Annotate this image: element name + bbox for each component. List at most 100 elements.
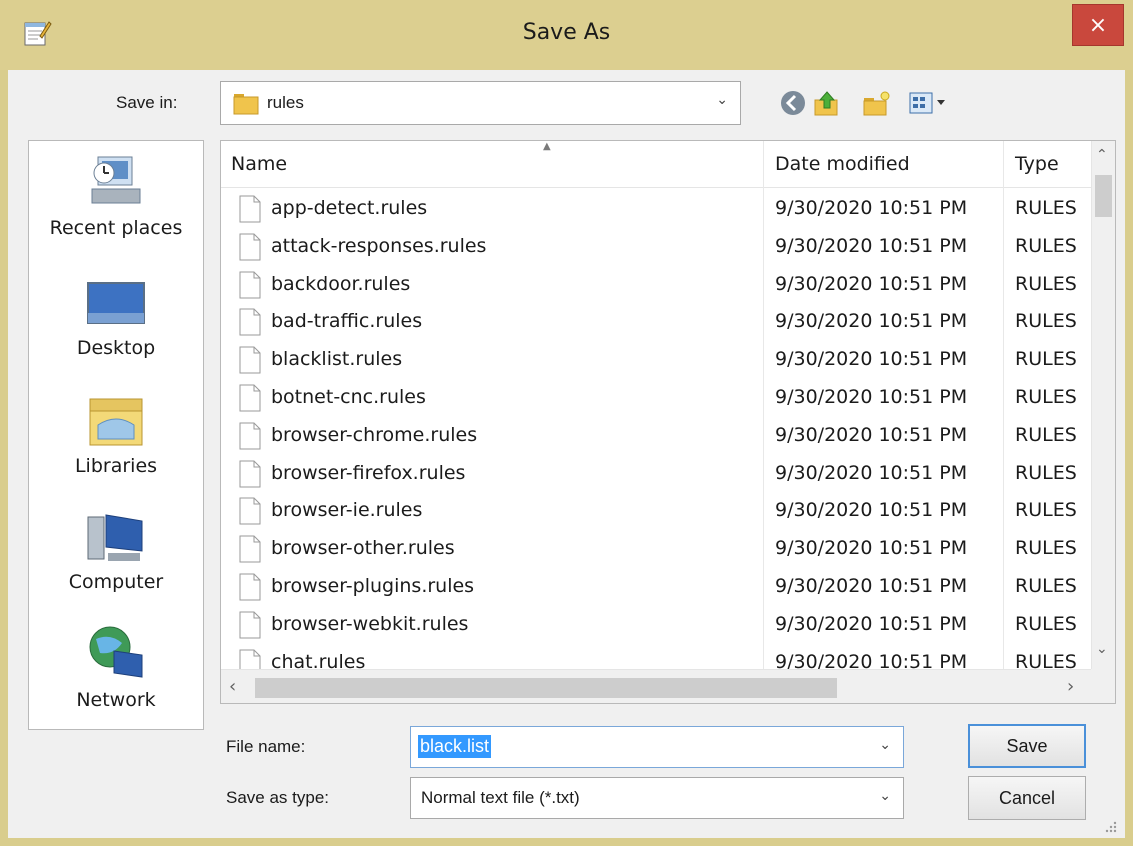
file-date: 9/30/2020 10:51 PM [775,272,968,295]
computer-icon [87,514,143,561]
scroll-corner [1091,669,1115,703]
file-row[interactable]: blacklist.rules 9/30/2020 10:51 PM RULES [221,342,1091,379]
column-header-name[interactable]: Name [231,141,761,187]
file-name: bad-traffic.rules [271,310,423,333]
save-as-type-label: Save as type: [226,788,330,807]
save-as-dialog: Save As × Save in: rules ⌄ Recent places… [0,0,1133,846]
file-type: RULES [1015,348,1077,371]
file-name: browser-chrome.rules [271,423,478,446]
column-header-date[interactable]: Date modified [775,141,1005,187]
scroll-left-icon[interactable]: ‹ [229,676,236,697]
chevron-down-icon: ⌄ [879,788,891,804]
file-row[interactable]: attack-responses.rules 9/30/2020 10:51 PM… [221,229,1091,266]
file-type: RULES [1015,310,1077,333]
file-row[interactable]: browser-firefox.rules 9/30/2020 10:51 PM R… [221,456,1091,493]
file-name: browser-ie.rules [271,499,423,522]
file-date: 9/30/2020 10:51 PM [775,386,968,408]
file-name: browser-other.rules [271,537,455,560]
file-type: RULES [1015,272,1077,295]
desktop-icon [87,282,145,324]
column-header-type[interactable]: Type [1015,141,1091,187]
file-icon [239,271,261,299]
back-icon[interactable] [778,88,808,118]
up-folder-icon[interactable] [812,88,842,118]
file-date: 9/30/2020 10:51 PM [775,575,968,597]
file-date: 9/30/2020 10:51 PM [775,197,968,219]
file-type: RULES [1015,197,1077,219]
file-name: browser-firefox.rules [271,461,466,484]
file-row[interactable]: botnet-cnc.rules 9/30/2020 10:51 PM RULES [221,380,1091,417]
file-date: 9/30/2020 10:51 PM [775,537,968,560]
file-date: 9/30/2020 10:51 PM [775,310,968,333]
file-name-label: File name: [226,737,306,756]
cancel-button[interactable]: Cancel [968,776,1086,820]
save-button[interactable]: Save [968,724,1086,768]
file-row[interactable]: browser-webkit.rules 9/30/2020 10:51 PM RU… [221,607,1091,644]
libraries-icon [89,398,143,446]
file-icon [239,573,261,601]
scroll-right-icon[interactable]: › [1067,676,1074,697]
save-as-type-dropdown[interactable]: Normal text file (*.txt) ⌄ [410,777,904,819]
file-name: botnet-cnc.rules [271,386,426,408]
place-recent-places[interactable]: Recent places [29,151,203,261]
folder-icon [233,94,259,115]
file-type: RULES [1015,499,1077,522]
file-row[interactable]: backdoor.rules 9/30/2020 10:51 PM RULES [221,267,1091,304]
save-as-type-value: Normal text file (*.txt) [421,788,580,807]
horizontal-scroll-thumb[interactable] [255,678,837,698]
file-list[interactable]: Name ▲ Date modified Type app-detect.rul… [220,140,1116,704]
file-icon [239,384,261,412]
place-libraries[interactable]: Libraries [29,393,203,503]
file-date: 9/30/2020 10:51 PM [775,348,968,371]
network-icon [89,626,143,678]
file-name-input[interactable]: black.list ⌄ [410,726,904,768]
file-icon [239,611,261,639]
close-icon: × [1088,12,1108,38]
file-icon [239,346,261,374]
file-icon [239,497,261,525]
file-row[interactable]: browser-chrome.rules 9/30/2020 10:51 PM RU… [221,418,1091,455]
chevron-down-icon[interactable]: ⌄ [879,737,891,753]
file-row[interactable]: browser-ie.rules 9/30/2020 10:51 PM RULES [221,493,1091,530]
file-row[interactable]: browser-plugins.rules 9/30/2020 10:51 PM R… [221,569,1091,606]
file-type: RULES [1015,461,1077,484]
file-type: RULES [1015,612,1077,635]
sort-ascending-icon: ▲ [543,141,551,152]
file-icon [239,195,261,223]
file-type: RULES [1015,234,1077,257]
place-label: Network [76,689,156,711]
file-type: RULES [1015,386,1077,408]
vertical-scroll-thumb[interactable] [1095,175,1112,217]
file-name: browser-webkit.rules [271,612,469,635]
place-label: Libraries [74,455,158,477]
file-type: RULES [1015,537,1077,560]
place-network[interactable]: Network [29,621,203,731]
file-date: 9/30/2020 10:51 PM [775,612,968,635]
file-row[interactable]: app-detect.rules 9/30/2020 10:51 PM RULES [221,191,1091,228]
vertical-scrollbar[interactable]: ⌃ ⌄ [1091,141,1115,669]
view-menu-icon[interactable] [907,88,959,118]
resize-grip-icon[interactable] [1104,820,1118,834]
place-desktop[interactable]: Desktop [29,277,203,387]
scroll-up-icon[interactable]: ⌃ [1096,147,1108,163]
horizontal-scrollbar[interactable]: ‹ › [221,669,1091,703]
place-label: Recent places [49,217,183,239]
file-name: blacklist.rules [271,348,403,371]
recent-places-icon [91,156,141,204]
file-type: RULES [1015,575,1077,597]
close-button[interactable]: × [1072,4,1124,46]
file-date: 9/30/2020 10:51 PM [775,499,968,522]
save-in-value: rules [267,93,304,112]
file-row[interactable]: browser-other.rules 9/30/2020 10:51 PM RUL… [221,531,1091,568]
file-icon [239,535,261,563]
file-date: 9/30/2020 10:51 PM [775,461,968,484]
save-in-dropdown[interactable]: rules ⌄ [220,81,741,125]
file-type: RULES [1015,423,1077,446]
file-name: backdoor.rules [271,272,411,295]
title-bar[interactable]: Save As × [0,0,1133,70]
file-row[interactable]: bad-traffic.rules 9/30/2020 10:51 PM RULES [221,304,1091,341]
scroll-down-icon[interactable]: ⌄ [1096,641,1108,657]
file-list-header: Name ▲ Date modified Type [221,141,1091,188]
place-computer[interactable]: Computer [29,507,203,617]
new-folder-icon[interactable] [862,88,892,118]
